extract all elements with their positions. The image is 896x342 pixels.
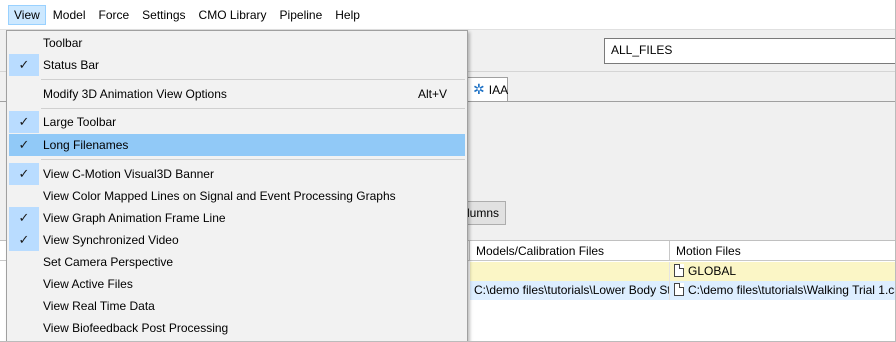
menu-separator [41,79,465,80]
table-row-cell-models[interactable] [470,262,670,281]
menu-item-label: View Color Mapped Lines on Signal and Ev… [43,189,396,203]
menu-item-label: View Real Time Data [43,299,155,313]
menu-force[interactable]: Force [92,5,135,25]
menu-item-label: View Graph Animation Frame Line [43,211,226,225]
menu-model[interactable]: Model [47,5,92,25]
menu-item-active-files[interactable]: View Active Files [9,273,465,295]
table-row-cell-models[interactable]: C:\demo files\tutorials\Lower Body St... [470,281,670,300]
grid-header-motion[interactable]: Motion Files [670,241,896,261]
menu-item-label: Long Filenames [43,138,129,152]
table-row-cell-motion[interactable]: GLOBAL [670,262,896,281]
menu-item-label: Set Camera Perspective [43,255,174,269]
menu-item-label: View Active Files [43,277,133,291]
menu-item-label: View Synchronized Video [43,233,179,247]
check-icon: ✓ [9,229,39,251]
menu-item-label: View C-Motion Visual3D Banner [43,167,214,181]
gear-icon: ✲ [473,81,485,97]
motion-file-label: GLOBAL [688,264,737,278]
menu-item-real-time-data[interactable]: View Real Time Data [9,295,465,317]
motion-file-label: C:\demo files\tutorials\Walking Trial 1.… [688,283,896,297]
check-icon: ✓ [9,207,39,229]
menu-item-view-banner[interactable]: ✓ View C-Motion Visual3D Banner [9,163,465,185]
tab-iaa[interactable]: ✲ IAA [466,77,508,101]
menu-settings[interactable]: Settings [136,5,191,25]
menu-item-shortcut: Alt+V [417,87,447,101]
menu-cmo-library[interactable]: CMO Library [193,5,273,25]
menu-item-label: Toolbar [43,36,83,50]
check-icon: ✓ [9,111,39,133]
check-icon: ✓ [9,163,39,185]
menu-separator [41,159,465,160]
menu-item-graph-animation-frame-line[interactable]: ✓ View Graph Animation Frame Line [9,207,465,229]
menu-item-biofeedback[interactable]: View Biofeedback Post Processing [9,317,465,339]
menu-item-long-filenames[interactable]: ✓ Long Filenames [9,134,465,156]
file-filter-combo[interactable]: ALL_FILES [604,38,896,64]
document-icon [674,264,684,277]
menu-item-label: Modify 3D Animation View Options [43,87,227,101]
menu-item-color-mapped-lines[interactable]: View Color Mapped Lines on Signal and Ev… [9,185,465,207]
menu-bar: View Model Force Settings CMO Library Pi… [0,0,896,30]
menu-item-large-toolbar[interactable]: ✓ Large Toolbar [9,111,465,133]
menu-separator [41,108,465,109]
check-icon: ✓ [18,137,30,152]
tab-iaa-label: IAA [488,82,509,97]
menu-item-synchronized-video[interactable]: ✓ View Synchronized Video [9,229,465,251]
table-row-cell-motion[interactable]: C:\demo files\tutorials\Walking Trial 1.… [670,281,896,300]
menu-item-toolbar[interactable]: Toolbar [9,32,465,54]
menu-item-label: Status Bar [43,58,100,72]
check-icon: ✓ [9,54,39,76]
view-menu-dropdown: Toolbar ✓ Status Bar Modify 3D Animation… [6,30,468,342]
menu-view[interactable]: View [8,4,46,25]
menu-item-label: Large Toolbar [43,115,117,129]
menu-item-modify-3d-animation[interactable]: Modify 3D Animation View Options Alt+V [9,83,465,105]
grid-header-models[interactable]: Models/Calibration Files [470,241,670,261]
menu-item-label: View Biofeedback Post Processing [43,321,229,335]
document-icon [674,283,684,296]
menu-help[interactable]: Help [329,5,366,25]
menu-item-camera-perspective[interactable]: Set Camera Perspective [9,251,465,273]
menu-item-status-bar[interactable]: ✓ Status Bar [9,54,465,76]
menu-pipeline[interactable]: Pipeline [274,5,329,25]
